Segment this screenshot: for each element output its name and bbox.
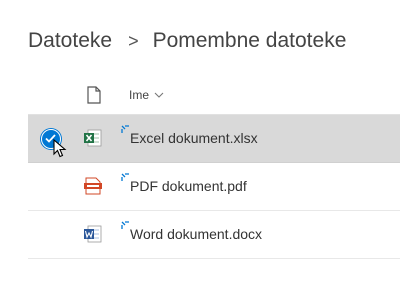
list-item-word[interactable]: Word dokument.docx [28,211,400,259]
document-icon[interactable] [87,86,101,109]
list-item-pdf[interactable]: PDF dokument.pdf [28,163,400,211]
chevron-down-icon[interactable] [154,88,164,102]
column-header-name-label: Ime [129,88,150,102]
breadcrumb-separator: > [128,30,139,51]
list-item-excel[interactable]: Excel dokument.xlsx [28,115,400,163]
file-name[interactable]: Excel dokument.xlsx [130,130,258,146]
file-name[interactable]: Word dokument.docx [130,226,262,242]
breadcrumb: Datoteke > Pomembne datoteke [28,26,346,56]
new-item-marker-icon [121,169,130,187]
breadcrumb-current: Pomembne datoteke [152,29,347,52]
column-header-name[interactable]: Ime [129,88,164,102]
file-name[interactable]: PDF dokument.pdf [130,178,247,194]
mouse-cursor-icon [53,138,67,164]
breadcrumb-root[interactable]: Datoteke [28,29,112,53]
pdf-icon [83,176,103,201]
word-icon [83,224,103,249]
excel-icon [83,128,103,153]
new-item-marker-icon [121,121,130,139]
new-item-marker-icon [121,217,130,235]
list-header: Ime [28,76,400,115]
file-list: Ime Excel dokument.xlsx PDF dokument.pdf… [28,76,400,259]
